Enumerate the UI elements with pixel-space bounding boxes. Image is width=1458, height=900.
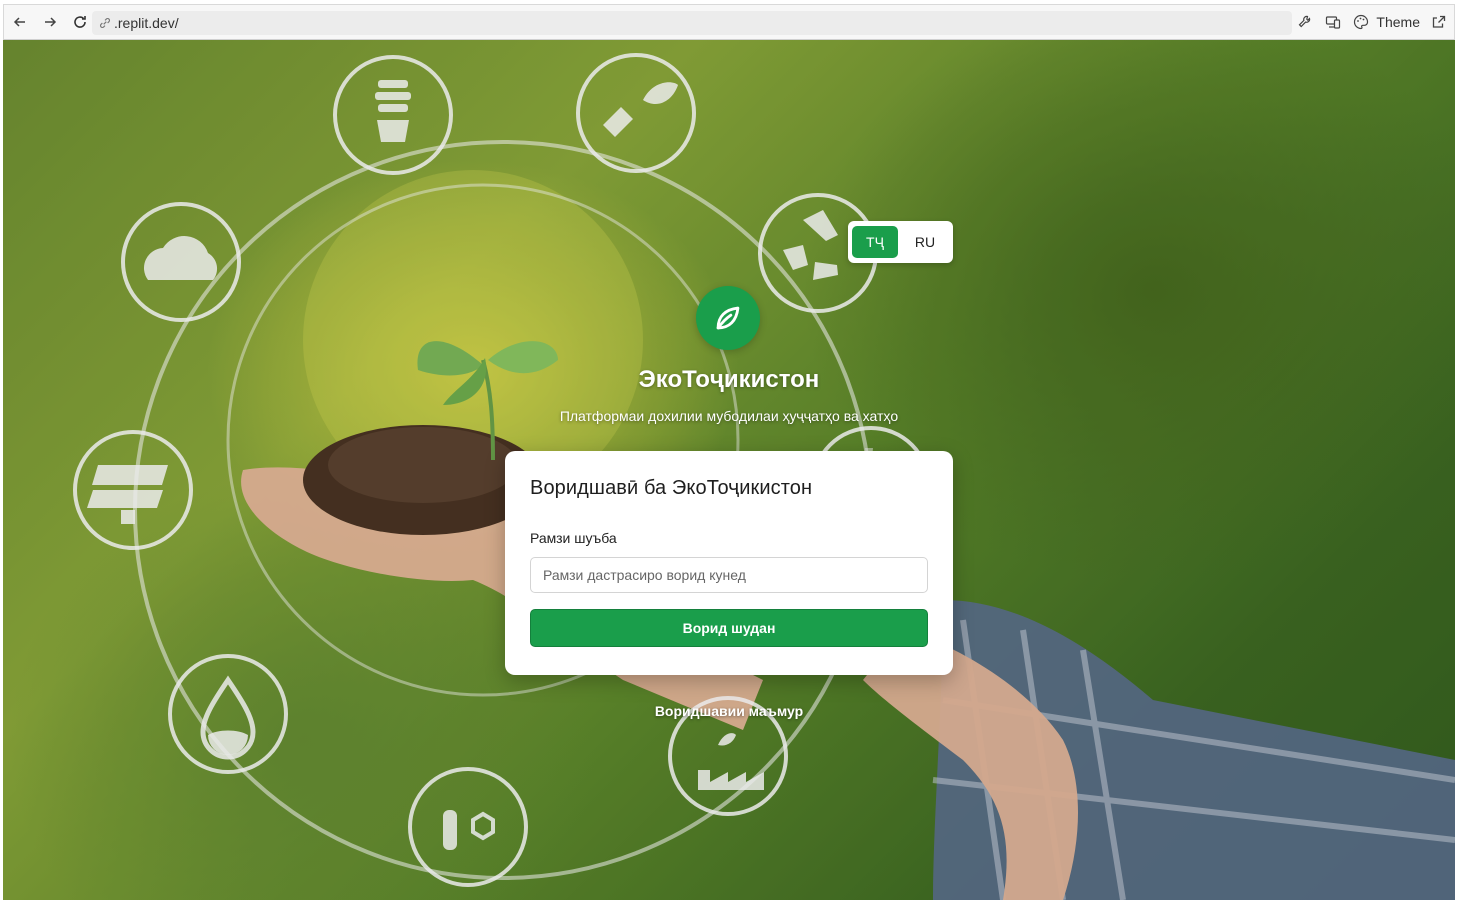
forward-button[interactable] (36, 8, 64, 36)
wrench-icon (1299, 15, 1311, 28)
back-arrow-icon (13, 17, 25, 27)
theme-label[interactable]: Theme (1376, 14, 1420, 30)
lang-ru-button[interactable]: RU (902, 226, 948, 258)
leaf-icon (716, 306, 740, 330)
address-url: .replit.dev/ (114, 15, 179, 31)
login-title: Воридшавӣ ба ЭкоТоҷикистон (530, 477, 813, 499)
admin-login-link[interactable]: Воридшавии маъмур (579, 703, 879, 719)
browser-actions: Theme (1296, 5, 1448, 39)
language-switch: ТҶ RU (848, 221, 953, 263)
devices-button[interactable] (1324, 13, 1342, 31)
theme-button[interactable] (1352, 13, 1370, 31)
brand-title: ЭкоТоҷикистон (638, 366, 820, 393)
lang-tj-button[interactable]: ТҶ (852, 226, 898, 258)
devices-icon (1326, 16, 1341, 29)
address-bar[interactable]: .replit.dev/ (92, 11, 1292, 35)
forward-arrow-icon (45, 17, 57, 27)
department-code-input[interactable] (530, 557, 928, 593)
back-button[interactable] (6, 8, 34, 36)
devtools-button[interactable] (1296, 13, 1314, 31)
external-link-icon (1432, 15, 1446, 28)
brand-logo (696, 286, 760, 350)
link-icon (100, 18, 110, 28)
browser-toolbar: .replit.dev/ Theme (3, 4, 1455, 40)
login-card: Воридшавӣ ба ЭкоТоҷикистон Рамзи шуъба В… (505, 451, 953, 675)
open-external-button[interactable] (1430, 13, 1448, 31)
brand-subtitle: Платформаи дохилии мубодилаи ҳуҷҷатҳо ва… (559, 408, 899, 424)
page-viewport: ТҶ RU ЭкоТоҷикистон Платформаи дохилии м… (3, 40, 1455, 900)
department-code-label: Рамзи шуъба (530, 530, 617, 546)
login-button[interactable]: Ворид шудан (530, 609, 928, 647)
reload-icon (74, 16, 86, 28)
palette-icon (1354, 14, 1369, 30)
reload-button[interactable] (66, 8, 94, 36)
